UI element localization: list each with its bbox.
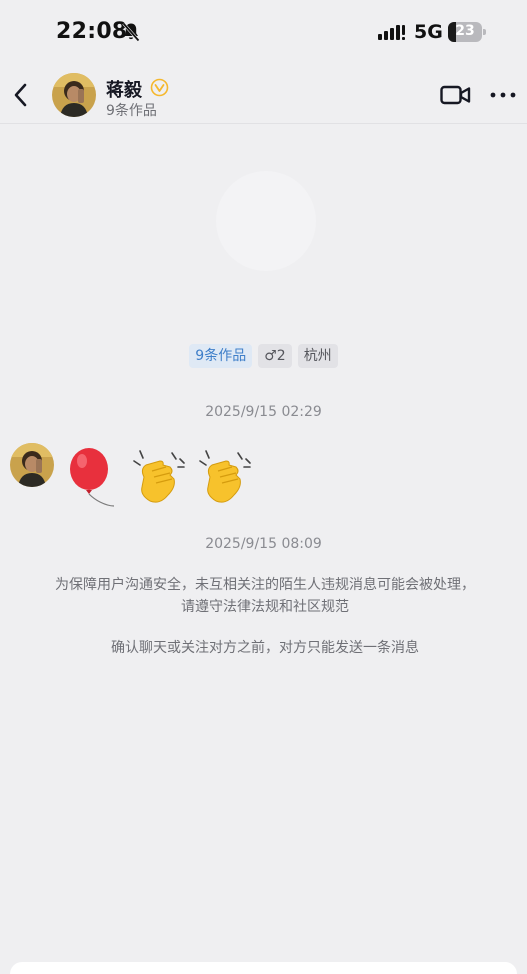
tag-works[interactable]: 9条作品	[189, 344, 253, 368]
contact-works-count: 9条作品	[106, 103, 157, 119]
tag-location: 杭州	[297, 344, 338, 368]
battery-icon: 23	[448, 22, 486, 42]
battery-level: 23	[455, 23, 475, 39]
chat-header: 蒋毅 9条作品	[0, 66, 527, 124]
contact-name: 蒋毅	[106, 80, 142, 101]
clapping-hands-emoji	[199, 450, 251, 503]
input-area[interactable]	[10, 962, 517, 974]
contact-avatar[interactable]	[52, 73, 96, 117]
back-icon[interactable]	[10, 80, 34, 110]
network-label: 5G	[414, 21, 443, 43]
emoji-message[interactable]	[64, 447, 252, 511]
tag-gender-age: ♂2	[258, 344, 292, 368]
signal-icon	[378, 25, 405, 40]
video-call-icon[interactable]	[440, 84, 471, 106]
safety-notice: 为保障用户沟通安全，未互相关注的陌生人违规消息可能会被处理，请遵守法律法规和社区…	[55, 577, 475, 615]
bell-muted-icon	[122, 22, 140, 42]
clapping-hands-emoji	[133, 450, 185, 503]
reply-limit-notice: 确认聊天或关注对方之前，对方只能发送一条消息	[111, 640, 419, 656]
balloon-emoji	[70, 448, 115, 507]
profile-tags: 9条作品 ♂2 杭州	[0, 344, 527, 368]
sender-avatar[interactable]	[10, 443, 54, 487]
message-timestamp: 2025/9/15 02:29	[205, 404, 322, 420]
status-time: 22:08	[56, 19, 128, 44]
message-timestamp: 2025/9/15 08:09	[205, 536, 322, 552]
verified-icon	[150, 78, 169, 97]
profile-avatar-placeholder	[216, 171, 316, 271]
status-bar: 22:08 5G 23	[0, 0, 527, 66]
more-icon[interactable]	[489, 84, 517, 106]
